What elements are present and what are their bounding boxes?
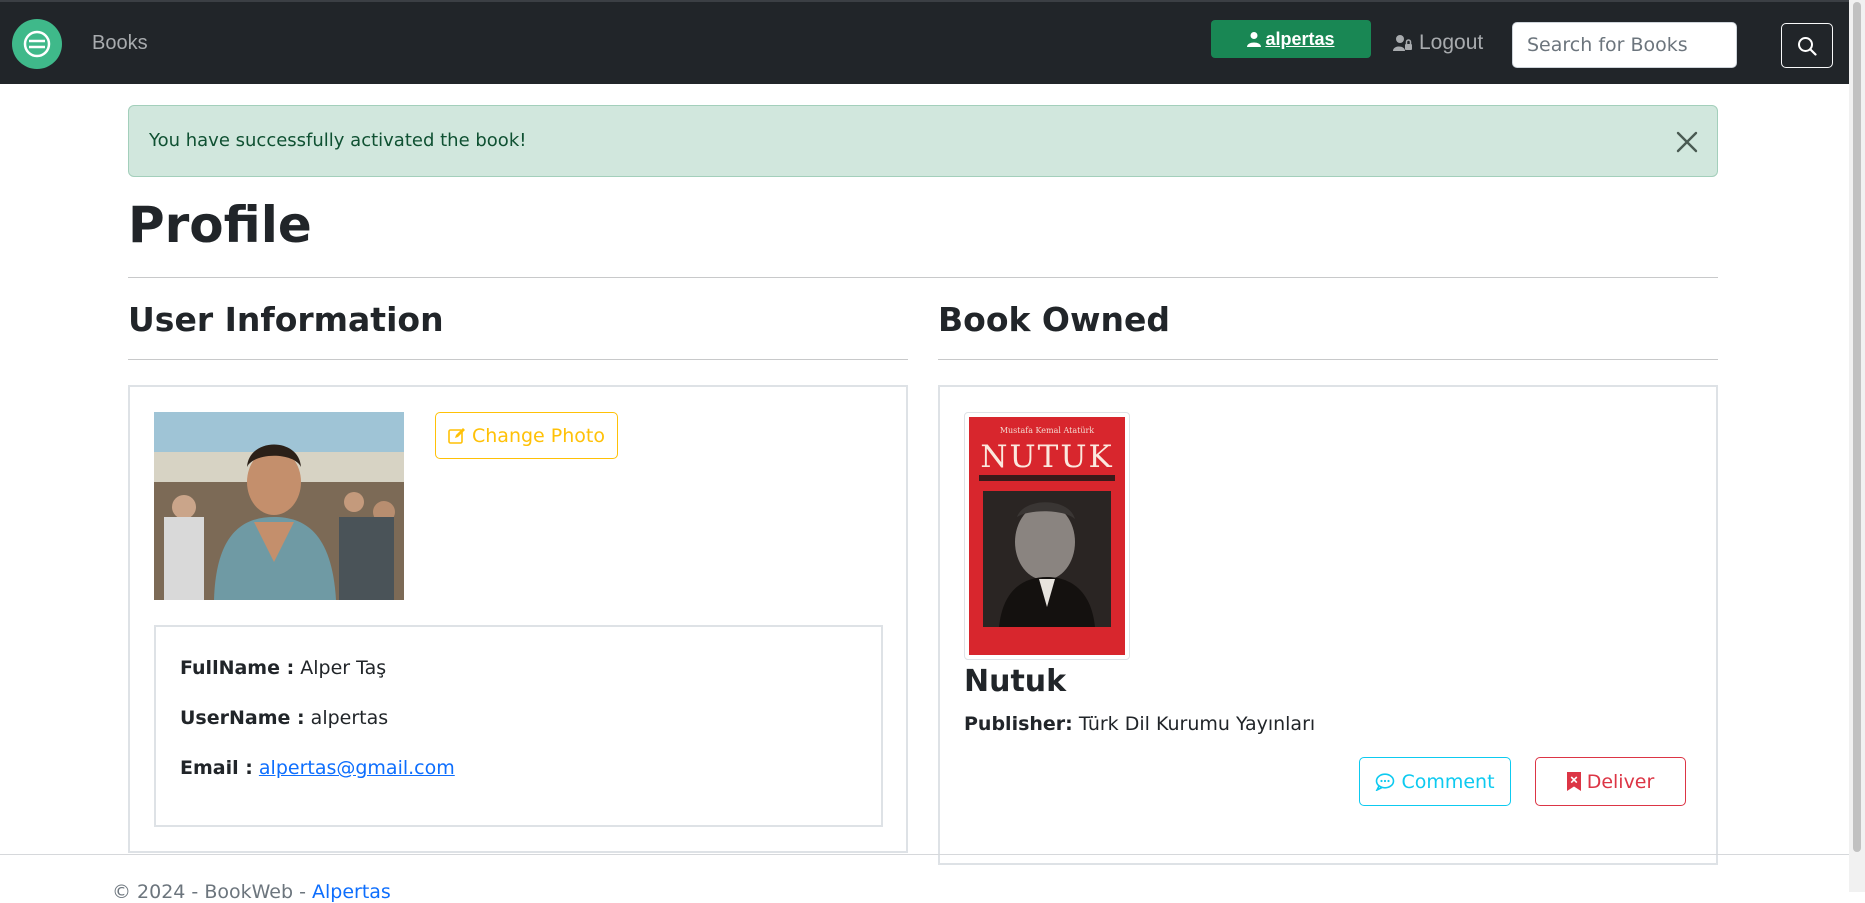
publisher-label: Publisher: [964, 713, 1073, 735]
book-owned-heading: Book Owned [938, 300, 1170, 339]
user-lock-icon [1393, 35, 1412, 51]
footer-text: © 2024 - BookWeb - [112, 881, 312, 903]
book-title: Nutuk [964, 664, 1067, 699]
username-row: UserName : alpertas [180, 707, 388, 729]
username-value: alpertas [310, 707, 389, 729]
logout-label: Logout [1419, 31, 1484, 54]
email-label: Email : [180, 757, 253, 779]
search-input[interactable] [1512, 22, 1737, 68]
profile-photo-image [154, 412, 404, 600]
book-cover-graphic: Mustafa Kemal Atatürk NUTUK [969, 417, 1125, 655]
nav-link-books[interactable]: Books [92, 32, 148, 55]
edit-icon [448, 427, 465, 444]
comment-label: Comment [1401, 770, 1495, 793]
search-button[interactable] [1781, 23, 1833, 68]
scrollbar-thumb[interactable] [1853, 2, 1861, 852]
user-info-divider [128, 359, 908, 360]
footer-divider [0, 854, 1849, 855]
search-icon [1798, 36, 1817, 56]
top-navbar: Books alpertas Logout [0, 0, 1849, 84]
publisher-value: Türk Dil Kurumu Yayınları [1078, 713, 1316, 735]
profile-photo [154, 412, 404, 600]
fullname-value: Alper Taş [300, 657, 387, 679]
footer-link[interactable]: Alpertas [312, 881, 391, 903]
fullname-label: FullName : [180, 657, 295, 679]
cover-author: Mustafa Kemal Atatürk [1000, 426, 1094, 435]
cover-title: NUTUK [980, 439, 1113, 475]
footer: © 2024 - BookWeb - Alpertas [112, 881, 391, 903]
success-alert: You have successfully activated the book… [128, 105, 1718, 177]
book-cover-image[interactable]: Mustafa Kemal Atatürk NUTUK [964, 412, 1130, 660]
email-link[interactable]: alpertas@gmail.com [259, 757, 455, 779]
email-row: Email : alpertas@gmail.com [180, 757, 455, 779]
book-cover-art: Mustafa Kemal Atatürk NUTUK [969, 417, 1125, 655]
fullname-row: FullName : Alper Taş [180, 657, 386, 679]
alert-message: You have successfully activated the book… [149, 130, 527, 151]
page-title: Profile [128, 196, 312, 254]
logout-link[interactable]: Logout [1393, 31, 1483, 55]
deliver-button[interactable]: Deliver [1535, 757, 1686, 806]
change-photo-button[interactable]: Change Photo [435, 412, 618, 459]
title-divider [128, 277, 1718, 278]
bookmark-x-icon [1566, 772, 1581, 791]
comment-button[interactable]: Comment [1359, 757, 1511, 806]
deliver-label: Deliver [1586, 770, 1655, 793]
user-details-box: FullName : Alper Taş UserName : alpertas… [154, 625, 883, 827]
username-field-label: UserName : [180, 707, 305, 729]
change-photo-label: Change Photo [472, 424, 605, 447]
publisher-row: Publisher: Türk Dil Kurumu Yayınları [964, 713, 1315, 735]
logo-icon [23, 30, 51, 58]
username-label: alpertas [1265, 28, 1335, 49]
brand-logo[interactable] [12, 19, 62, 69]
user-icon [1247, 32, 1262, 47]
page-scrollbar[interactable] [1849, 0, 1865, 892]
book-owned-divider [938, 359, 1718, 360]
close-icon[interactable] [1675, 130, 1699, 154]
comment-icon [1376, 772, 1395, 791]
user-info-heading: User Information [128, 300, 444, 339]
user-profile-button[interactable]: alpertas [1211, 20, 1371, 58]
